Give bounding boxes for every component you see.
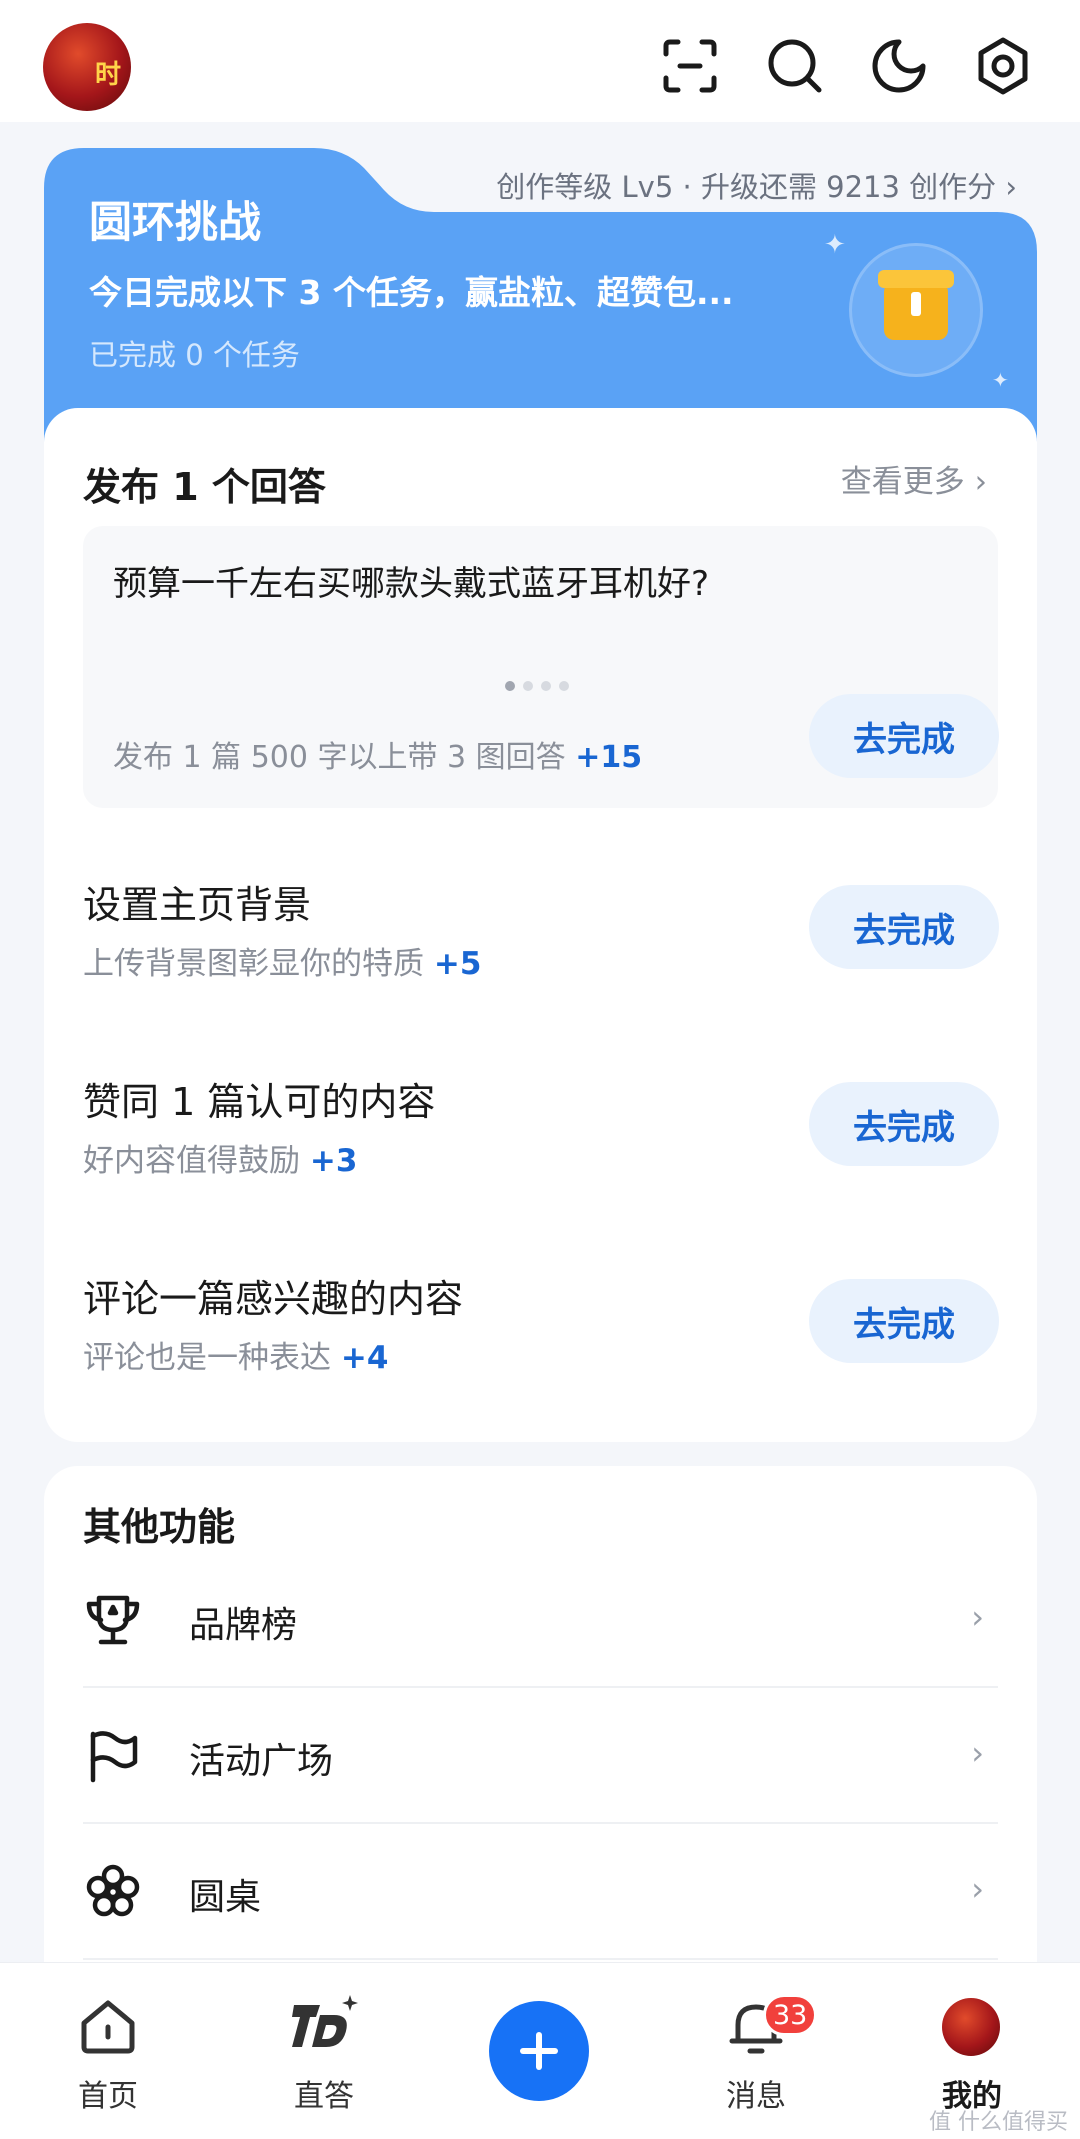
divider	[83, 1958, 998, 1960]
nav-messages[interactable]: 消息	[648, 1963, 864, 2139]
task-title: 设置主页背景	[83, 883, 312, 927]
challenge-card[interactable]: 创作等级 Lv5 · 升级还需 9213 创作分 › 圆环挑战 今日完成以下 3…	[44, 148, 1037, 448]
question-text[interactable]: 预算一千左右买哪款头戴式蓝牙耳机好?	[113, 556, 709, 605]
flower-icon	[83, 1862, 143, 1922]
sparkle-icon: ✦	[992, 368, 1009, 392]
question-card[interactable]: 预算一千左右买哪款头戴式蓝牙耳机好? 发布 1 篇 500 字以上带 3 图回答…	[83, 526, 999, 808]
bonus-points: +15	[575, 740, 643, 775]
top-bar: 时	[0, 0, 1080, 122]
carousel-dots	[505, 676, 577, 695]
user-avatar[interactable]: 时	[43, 23, 131, 111]
see-more-link[interactable]: 查看更多 ›	[841, 456, 987, 501]
nav-label: 消息	[726, 2079, 786, 2114]
chevron-right-icon: ›	[971, 1870, 984, 1908]
chevron-right-icon: ›	[971, 1598, 984, 1636]
gift-icon[interactable]	[878, 270, 954, 340]
task-description: 好内容值得鼓励 +3	[83, 1135, 357, 1180]
nav-label: 首页	[78, 2079, 138, 2114]
task-sub-text: 上传背景图彰显你的特质	[83, 946, 434, 982]
task-title: 评论一篇感兴趣的内容	[83, 1277, 464, 1321]
task-title: 赞同 1 篇认可的内容	[83, 1080, 436, 1124]
row-brand-ranking[interactable]: 品牌榜 ›	[83, 1552, 998, 1688]
creation-level[interactable]: 创作等级 Lv5 · 升级还需 9213 创作分 ›	[496, 164, 1017, 206]
home-icon	[78, 1997, 138, 2057]
nav-zhida[interactable]: 直答	[216, 1963, 432, 2139]
complete-button[interactable]: 去完成	[809, 885, 999, 969]
row-label: 活动广场	[189, 1741, 334, 1782]
complete-button[interactable]: 去完成	[809, 694, 999, 778]
row-label: 圆桌	[189, 1877, 262, 1918]
requirement-text: 发布 1 篇 500 字以上带 3 图回答	[113, 740, 576, 775]
bonus-points: +4	[340, 1340, 389, 1376]
row-round-table[interactable]: 圆桌 ›	[83, 1824, 998, 1960]
question-requirement: 发布 1 篇 500 字以上带 3 图回答 +15	[113, 732, 642, 776]
nav-home[interactable]: 首页	[0, 1963, 216, 2139]
task-sub-text: 评论也是一种表达	[83, 1340, 341, 1376]
section-title: 发布 1 个回答	[83, 465, 326, 509]
tasks-card: 发布 1 个回答 查看更多 › 预算一千左右买哪款头戴式蓝牙耳机好? 发布 1 …	[44, 408, 1037, 1442]
search-icon[interactable]	[765, 36, 825, 96]
bonus-points: +3	[309, 1143, 358, 1179]
chevron-right-icon: ›	[971, 1734, 984, 1772]
challenge-description: 今日完成以下 3 个任务，赢盐粒、超赞包...	[89, 273, 734, 312]
sparkle-icon: ✦	[824, 230, 846, 260]
task-description: 上传背景图彰显你的特质 +5	[83, 938, 481, 983]
watermark: 值 什么值得买	[929, 2110, 1068, 2135]
task-description: 评论也是一种表达 +4	[83, 1332, 388, 1377]
complete-button[interactable]: 去完成	[809, 1279, 999, 1363]
other-functions-title: 其他功能	[83, 1505, 236, 1549]
moon-icon[interactable]	[869, 36, 929, 96]
challenge-progress: 已完成 0 个任务	[89, 338, 300, 372]
message-count-badge: 33	[763, 1994, 818, 2036]
nav-label: 直答	[294, 2079, 354, 2114]
zhida-icon	[290, 1993, 360, 2059]
row-activity-square[interactable]: 活动广场 ›	[83, 1688, 998, 1824]
bonus-points: +5	[433, 946, 482, 982]
challenge-title: 圆环挑战	[89, 198, 261, 248]
create-plus-button[interactable]	[489, 2001, 589, 2101]
avatar-text: 时	[94, 60, 121, 90]
trophy-icon	[83, 1590, 143, 1650]
task-sub-text: 好内容值得鼓励	[83, 1143, 310, 1179]
settings-icon[interactable]	[973, 36, 1033, 96]
flag-icon	[83, 1726, 143, 1786]
row-label: 品牌榜	[189, 1605, 298, 1646]
complete-button[interactable]: 去完成	[809, 1082, 999, 1166]
scan-icon[interactable]	[660, 36, 720, 96]
avatar-icon[interactable]	[942, 1998, 1000, 2056]
